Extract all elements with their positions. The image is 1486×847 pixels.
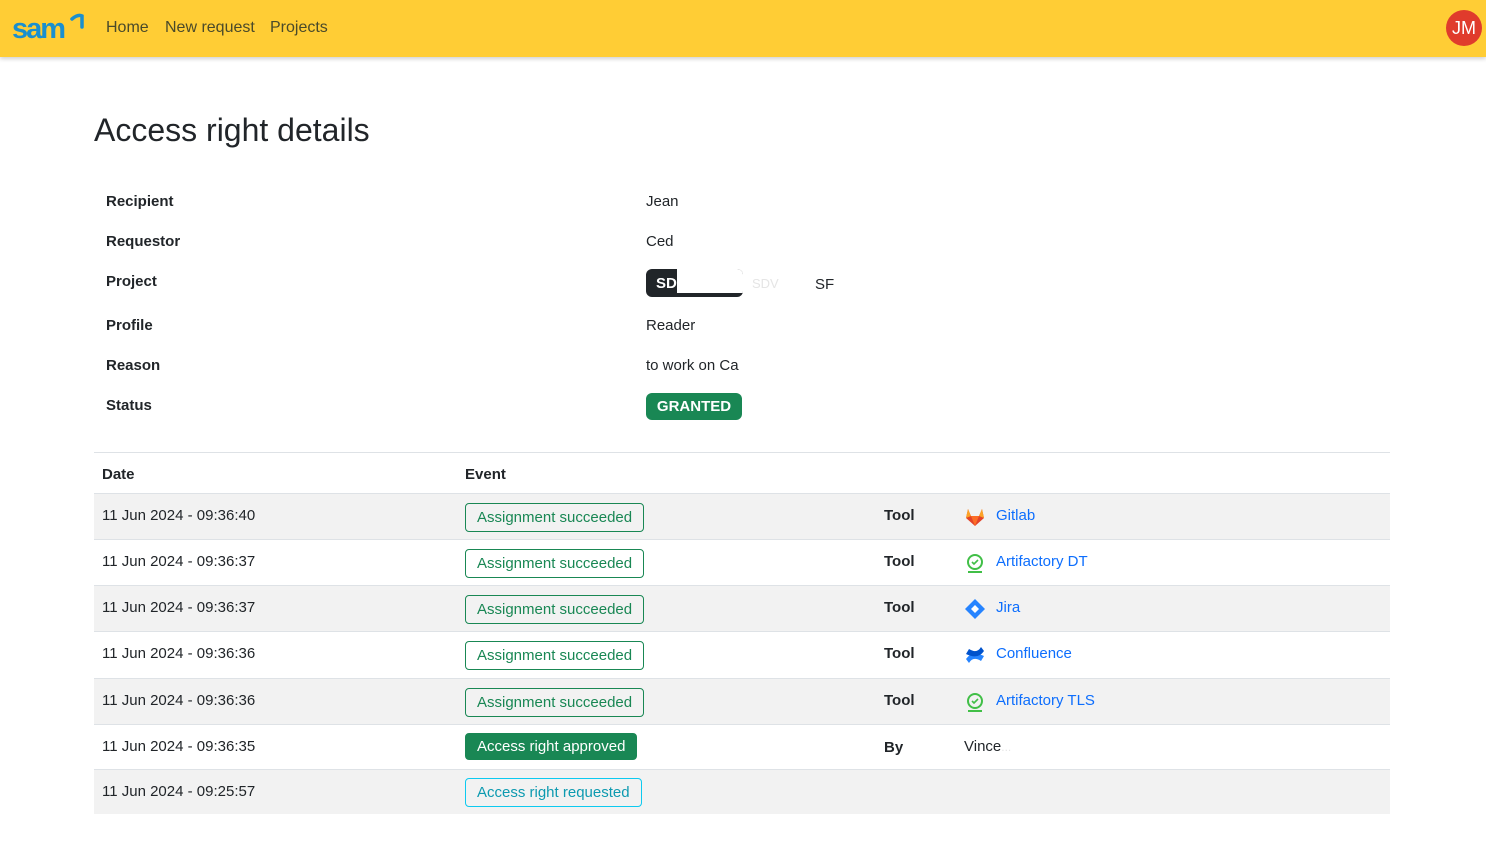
tool-label: Tool bbox=[884, 692, 915, 709]
nav-home-link[interactable]: Home bbox=[106, 19, 149, 37]
user-avatar[interactable]: JM bbox=[1446, 10, 1482, 46]
event-date: 11 Jun 2024 - 09:36:37 bbox=[102, 553, 256, 570]
date-column-header: Date bbox=[102, 466, 135, 483]
tool-label: Tool bbox=[884, 507, 915, 524]
recipient-value: Jean bbox=[646, 193, 679, 210]
tool-link-jira[interactable]: Jira bbox=[996, 599, 1020, 616]
reason-label: Reason bbox=[106, 357, 161, 374]
gitlab-icon bbox=[966, 509, 984, 526]
tool-link-artifactory-dt[interactable]: Artifactory DT bbox=[996, 553, 1088, 570]
project-label: Project bbox=[106, 273, 157, 290]
tool-label: Tool bbox=[884, 553, 915, 570]
status-badge: GRANTED bbox=[646, 393, 742, 420]
event-column-header: Event bbox=[465, 466, 506, 483]
table-row: 11 Jun 2024 - 09:36:40 Assignment succee… bbox=[94, 493, 1390, 539]
sam-logo[interactable]: sam bbox=[12, 13, 84, 43]
svg-text:sam: sam bbox=[12, 13, 64, 43]
top-navbar: sam Home New request Projects JM bbox=[0, 0, 1486, 57]
project-badge[interactable]: SD bbox=[646, 269, 743, 297]
events-table: Date Event 11 Jun 2024 - 09:36:40 Assign… bbox=[94, 452, 1390, 814]
redaction-mask bbox=[677, 269, 743, 293]
artifactory-icon bbox=[967, 693, 983, 712]
event-badge: Assignment succeeded bbox=[465, 688, 645, 717]
project-code: SD bbox=[656, 275, 677, 292]
event-date: 11 Jun 2024 - 09:36:36 bbox=[102, 645, 256, 662]
event-date: 11 Jun 2024 - 09:36:36 bbox=[102, 692, 256, 709]
event-badge: Access right approved bbox=[465, 733, 638, 760]
event-badge: Assignment succeeded bbox=[465, 503, 645, 532]
event-date: 11 Jun 2024 - 09:36:37 bbox=[102, 599, 256, 616]
requestor-label: Requestor bbox=[106, 233, 181, 250]
by-label: By bbox=[884, 739, 904, 756]
table-row: 11 Jun 2024 - 09:25:57 Access right requ… bbox=[94, 769, 1390, 814]
event-date: 11 Jun 2024 - 09:36:40 bbox=[102, 507, 256, 524]
confluence-icon bbox=[966, 647, 984, 663]
table-row: 11 Jun 2024 - 09:36:37 Assignment succee… bbox=[94, 539, 1390, 585]
page-title: Access right details bbox=[94, 112, 370, 148]
approver-first-name: Vince bbox=[964, 738, 1002, 755]
artifactory-icon bbox=[967, 554, 983, 573]
approver-name: Vince... bbox=[964, 738, 1011, 755]
event-date: 11 Jun 2024 - 09:25:57 bbox=[102, 783, 256, 800]
nav-projects-link[interactable]: Projects bbox=[270, 19, 328, 37]
table-row: 11 Jun 2024 - 09:36:37 Assignment succee… bbox=[94, 585, 1390, 631]
tool-link-confluence[interactable]: Confluence bbox=[996, 645, 1072, 662]
profile-value: Reader bbox=[646, 317, 696, 334]
jira-icon bbox=[965, 599, 985, 619]
project-faded-text: SDV bbox=[752, 276, 779, 291]
project-name: SF bbox=[815, 276, 835, 293]
nav-new-request-link[interactable]: New request bbox=[165, 19, 255, 37]
tool-label: Tool bbox=[884, 599, 915, 616]
event-date: 11 Jun 2024 - 09:36:35 bbox=[102, 738, 256, 755]
table-row: 11 Jun 2024 - 09:36:36 Assignment succee… bbox=[94, 678, 1390, 724]
recipient-label: Recipient bbox=[106, 193, 174, 210]
approver-redacted: ... bbox=[1001, 740, 1012, 754]
requestor-value: Ced bbox=[646, 233, 674, 250]
event-badge: Access right requested bbox=[465, 778, 642, 807]
profile-label: Profile bbox=[106, 317, 153, 334]
table-row: 11 Jun 2024 - 09:36:36 Assignment succee… bbox=[94, 631, 1390, 678]
tool-label: Tool bbox=[884, 645, 915, 662]
event-badge: Assignment succeeded bbox=[465, 641, 645, 670]
table-row: 11 Jun 2024 - 09:36:35 Access right appr… bbox=[94, 724, 1390, 769]
event-badge: Assignment succeeded bbox=[465, 549, 645, 578]
event-badge: Assignment succeeded bbox=[465, 595, 645, 624]
reason-value: to work on Ca bbox=[646, 357, 739, 374]
tool-link-artifactory-tls[interactable]: Artifactory TLS bbox=[996, 692, 1095, 709]
status-label: Status bbox=[106, 397, 152, 414]
tool-link-gitlab[interactable]: Gitlab bbox=[996, 507, 1035, 524]
